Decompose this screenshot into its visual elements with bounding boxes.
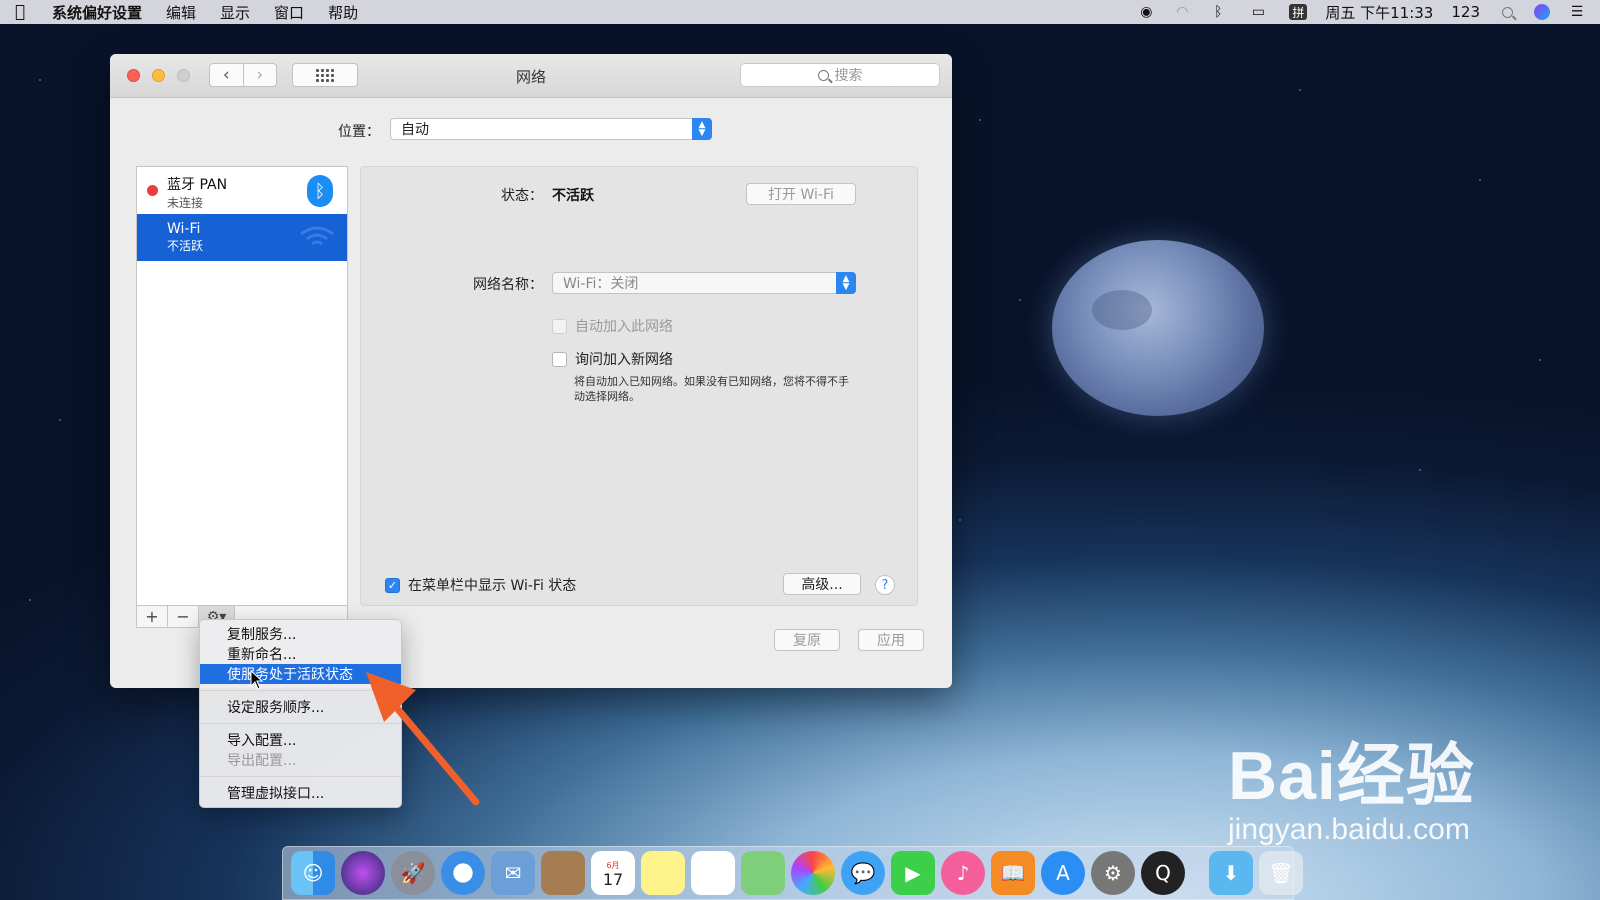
network-name-label: 网络名称： [473,277,543,293]
menu-help[interactable]: 帮助 [316,2,370,23]
desktop-moon [1052,240,1264,416]
title-bar: ‹ › 网络 搜索 [110,54,952,98]
messages-icon[interactable]: 💬 [841,851,885,895]
notes-icon[interactable] [641,851,685,895]
checkmark-icon: ✓ [385,577,400,593]
menu-app-name[interactable]: 系统偏好设置 [40,2,154,23]
add-service-button[interactable]: + [137,606,168,627]
apple-menu-icon[interactable]:  [0,2,40,22]
menu-view[interactable]: 显示 [208,2,262,23]
downloads-folder-icon[interactable]: ⬇ [1209,851,1253,895]
location-popup[interactable]: 自动 ▲ ▼ [390,118,712,140]
advanced-button[interactable]: 高级... [783,573,861,595]
search-placeholder: 搜索 [834,68,863,84]
revert-button[interactable]: 复原 [774,629,840,651]
menu-window[interactable]: 窗口 [262,2,316,23]
show-wifi-status-label: 在菜单栏中显示 Wi-Fi 状态 [408,578,577,594]
wifi-icon [300,226,334,246]
itunes-icon[interactable]: ♪ [941,851,985,895]
checkbox-box [552,318,567,334]
quicktime-icon[interactable]: Q [1141,851,1185,895]
dock: ☺ 🚀 ✉ 6月 17 💬 ▶ ♪ 📖 A ⚙ Q ⬇ 🗑 [282,846,1303,900]
ask-join-note: 将自动加入已知网络。如果没有已知网络，您将不得不手动选择网络。 [574,375,849,403]
bluetooth-icon[interactable]: ᛒ [1209,4,1227,20]
input-method-icon[interactable]: 拼 [1289,4,1308,20]
show-wifi-status-checkbox[interactable]: ✓ 在菜单栏中显示 Wi-Fi 状态 [385,575,576,595]
trash-icon[interactable]: 🗑 [1259,851,1303,895]
contacts-icon[interactable] [541,851,585,895]
status-value: 不活跃 [552,188,594,204]
baidu-watermark: Bai经验 jingyan.baidu.com [1228,720,1475,847]
input-label[interactable]: 123 [1451,3,1480,21]
ask-join-label: 询问加入新网络 [575,352,673,368]
ask-join-checkbox[interactable]: 询问加入新网络 [552,349,673,369]
turn-on-wifi-button[interactable]: 打开 Wi-Fi [746,183,856,205]
help-button[interactable]: ? [875,575,895,595]
app-store-icon[interactable]: A [1041,851,1085,895]
network-preferences-window: ‹ › 网络 搜索 位置： 自动 ▲▼ 蓝牙 PAN 未连接 ᛒ Wi-Fi [110,54,952,688]
watermark-url: jingyan.baidu.com [1228,813,1470,846]
notification-center-icon[interactable]: ☰ [1568,4,1586,20]
maps-icon[interactable] [741,851,785,895]
auto-join-label: 自动加入此网络 [575,319,673,335]
menu-clock[interactable]: 周五 下午11:33 [1325,2,1433,23]
location-label: 位置： [338,124,380,140]
popup-arrows-icon: ▲ ▼ [836,272,856,294]
system-preferences-icon[interactable]: ⚙ [1091,851,1135,895]
network-name-value: Wi-Fi：关闭 [563,276,639,292]
detail-pane: 状态： 不活跃 打开 Wi-Fi 网络名称： Wi-Fi：关闭 ▲ ▼ 自动加入此… [360,166,918,606]
service-item-wifi[interactable]: Wi-Fi 不活跃 [137,214,347,261]
siri-icon[interactable] [1534,4,1550,20]
menu-item-duplicate-service[interactable]: 复制服务... [200,624,401,644]
status-dot-red [147,185,158,196]
checkbox-box [552,351,567,367]
launchpad-icon[interactable]: 🚀 [391,851,435,895]
apply-button[interactable]: 应用 [858,629,924,651]
safari-icon[interactable] [441,851,485,895]
menu-bar:  系统偏好设置 编辑 显示 窗口 帮助 ◉ ◠ ᛒ ▭ 拼 周五 下午11:3… [0,0,1600,24]
watermark-brand: Bai经验 [1228,738,1475,814]
siri-icon[interactable] [341,851,385,895]
mail-icon[interactable]: ✉ [491,851,535,895]
search-icon [817,69,829,81]
status-label: 状态： [501,188,543,204]
mouse-cursor-icon [250,670,264,690]
auto-join-checkbox[interactable]: 自动加入此网络 [552,316,673,336]
network-name-popup[interactable]: Wi-Fi：关闭 ▲ ▼ [552,272,856,294]
spotlight-icon[interactable] [1498,4,1516,20]
remove-service-button[interactable]: − [168,606,199,627]
wifi-icon[interactable]: ◠ [1173,4,1191,20]
service-item-bluetooth-pan[interactable]: 蓝牙 PAN 未连接 ᛒ [137,167,347,214]
battery-icon[interactable]: ▭ [1245,4,1271,20]
calendar-icon[interactable]: 6月 17 [591,851,635,895]
bluetooth-icon: ᛒ [307,175,333,207]
reminders-icon[interactable] [691,851,735,895]
annotation-arrow-icon [366,672,480,806]
ibooks-icon[interactable]: 📖 [991,851,1035,895]
facetime-icon[interactable]: ▶ [891,851,935,895]
menu-item-rename-service[interactable]: 重新命名... [200,644,401,664]
menu-edit[interactable]: 编辑 [154,2,208,23]
finder-icon[interactable]: ☺ [291,851,335,895]
service-list: 蓝牙 PAN 未连接 ᛒ Wi-Fi 不活跃 [136,166,348,606]
search-field[interactable]: 搜索 [740,63,940,87]
calendar-day: 17 [602,870,624,889]
screen-record-icon[interactable]: ◉ [1137,4,1155,20]
location-value: 自动 [401,122,429,138]
photos-icon[interactable] [791,851,835,895]
popup-arrows-icon: ▲ ▼ [692,118,712,140]
